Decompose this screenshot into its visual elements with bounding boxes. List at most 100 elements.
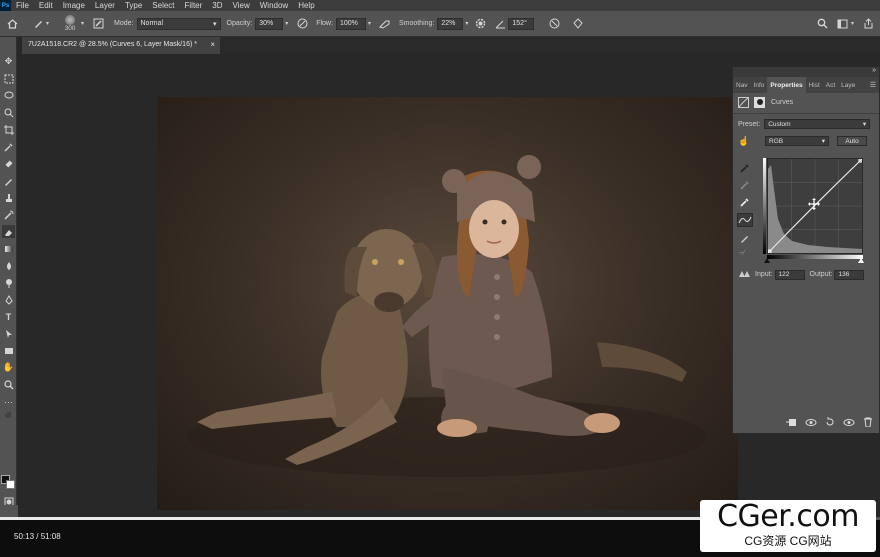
brush-size-picker[interactable]: 300 xyxy=(59,12,81,36)
close-icon[interactable]: × xyxy=(210,40,215,49)
rectangle-tool-icon[interactable] xyxy=(2,344,15,357)
search-icon[interactable] xyxy=(815,16,831,32)
menu-layer[interactable]: Layer xyxy=(90,1,120,10)
home-icon[interactable] xyxy=(4,16,20,32)
layer-mask-icon[interactable] xyxy=(754,96,765,108)
crop-tool-icon[interactable] xyxy=(2,123,15,136)
brush-tool-icon[interactable] xyxy=(2,174,15,187)
menu-filter[interactable]: Filter xyxy=(180,1,208,10)
curves-graph[interactable] xyxy=(767,158,863,254)
share-icon[interactable] xyxy=(860,16,876,32)
pressure-size-icon[interactable] xyxy=(546,16,562,32)
output-value: 136 xyxy=(838,271,850,278)
clipping-warning-icon[interactable] xyxy=(739,269,751,279)
chevron-down-icon[interactable]: ▾ xyxy=(851,20,854,27)
tab-layers[interactable]: Laye xyxy=(838,82,858,89)
history-brush-tool-icon[interactable] xyxy=(2,208,15,221)
document-canvas-photo[interactable] xyxy=(157,97,738,510)
more-tools-icon[interactable]: ··· xyxy=(2,395,15,408)
input-field[interactable]: 122 xyxy=(774,269,805,280)
type-tool-icon[interactable]: T xyxy=(2,310,15,323)
move-cursor-icon xyxy=(808,198,820,210)
black-slider-handle-icon[interactable] xyxy=(764,258,770,263)
angle-value: 152° xyxy=(512,20,527,27)
smooth-curve-icon[interactable]: ~⁄ xyxy=(739,250,751,260)
path-selection-tool-icon[interactable] xyxy=(2,327,15,340)
photoshop-logo[interactable]: Ps xyxy=(0,0,11,11)
document-tab[interactable]: 7U2A1518.CR2 @ 28.5% (Curves 6, Layer Ma… xyxy=(22,37,220,54)
menu-type[interactable]: Type xyxy=(120,1,147,10)
preset-label: Preset: xyxy=(738,120,761,128)
curve-point-tool-icon[interactable] xyxy=(737,213,753,227)
marquee-tool-icon[interactable] xyxy=(2,72,15,85)
hand-tool-icon[interactable]: ✋ xyxy=(2,361,15,374)
chevron-down-icon[interactable]: ▾ xyxy=(368,20,371,27)
reset-icon[interactable] xyxy=(825,417,835,427)
auto-button[interactable]: Auto xyxy=(837,136,867,146)
chevron-down-icon[interactable]: ▾ xyxy=(46,20,49,27)
output-gradient xyxy=(763,158,766,254)
document-tab-title: 7U2A1518.CR2 @ 28.5% (Curves 6, Layer Ma… xyxy=(28,41,197,48)
blur-tool-icon[interactable] xyxy=(2,259,15,272)
visibility-eye-icon[interactable] xyxy=(843,418,855,427)
tab-actions[interactable]: Act xyxy=(823,82,838,89)
channel-dropdown[interactable]: RGB ▾ xyxy=(765,136,829,146)
panel-menu-icon[interactable]: ☰ xyxy=(870,81,876,89)
pen-tool-icon[interactable] xyxy=(2,293,15,306)
chevron-down-icon[interactable]: ▾ xyxy=(465,20,468,27)
chevron-down-icon[interactable]: ▾ xyxy=(81,20,84,27)
chevron-down-icon[interactable]: ▾ xyxy=(285,20,288,27)
menu-view[interactable]: View xyxy=(228,1,255,10)
opacity-field[interactable]: 30% xyxy=(255,17,284,30)
brush-tool-preset-icon[interactable] xyxy=(30,16,46,32)
tab-properties[interactable]: Properties xyxy=(767,77,806,93)
black-point-eyedropper-icon[interactable] xyxy=(740,163,750,173)
healing-brush-tool-icon[interactable] xyxy=(2,157,15,170)
menu-image[interactable]: Image xyxy=(58,1,90,10)
tab-history[interactable]: Hist xyxy=(806,82,823,89)
collapse-icon[interactable]: » xyxy=(872,67,876,74)
angle-field[interactable]: 152° xyxy=(508,17,535,30)
gray-point-eyedropper-icon[interactable] xyxy=(740,180,750,190)
pressure-opacity-icon[interactable] xyxy=(294,16,310,32)
view-previous-state-icon[interactable] xyxy=(805,418,817,427)
preset-dropdown[interactable]: Custom ▾ xyxy=(764,119,871,129)
trash-icon[interactable] xyxy=(863,417,873,428)
menu-file[interactable]: File xyxy=(11,1,34,10)
menu-edit[interactable]: Edit xyxy=(34,1,58,10)
background-color-swatch[interactable] xyxy=(6,480,15,489)
flow-label: Flow: xyxy=(316,20,333,27)
tab-info[interactable]: Info xyxy=(751,82,768,89)
tab-navigator[interactable]: Nav xyxy=(733,82,751,89)
default-colors-icon[interactable]: ⬛ xyxy=(2,409,15,422)
dodge-tool-icon[interactable] xyxy=(2,276,15,289)
mode-dropdown[interactable]: Normal ▾ xyxy=(136,17,221,30)
eyedropper-tool-icon[interactable] xyxy=(2,140,15,153)
smoothing-field[interactable]: 22% xyxy=(437,17,464,30)
workspace-icon[interactable] xyxy=(835,16,851,32)
symmetry-icon[interactable] xyxy=(570,16,586,32)
airbrush-icon[interactable] xyxy=(377,16,393,32)
brush-settings-icon[interactable] xyxy=(90,16,106,32)
pencil-curve-icon[interactable] xyxy=(740,233,750,243)
clip-to-layer-icon[interactable] xyxy=(786,418,797,427)
status-corner xyxy=(0,505,18,517)
white-point-eyedropper-icon[interactable] xyxy=(740,197,750,207)
lasso-tool-icon[interactable] xyxy=(2,89,15,102)
gradient-tool-icon[interactable] xyxy=(2,242,15,255)
output-field[interactable]: 136 xyxy=(834,269,865,280)
clone-stamp-tool-icon[interactable] xyxy=(2,191,15,204)
move-tool-icon[interactable]: ✥ xyxy=(2,55,15,68)
menu-3d[interactable]: 3D xyxy=(207,1,227,10)
flow-field[interactable]: 100% xyxy=(335,17,366,30)
eraser-tool-icon[interactable] xyxy=(2,225,15,238)
quick-selection-tool-icon[interactable] xyxy=(2,106,15,119)
gear-icon[interactable] xyxy=(472,16,488,32)
menu-help[interactable]: Help xyxy=(293,1,319,10)
menu-select[interactable]: Select xyxy=(147,1,179,10)
target-adjust-icon[interactable]: ☝ xyxy=(738,136,752,147)
white-slider-handle-icon[interactable] xyxy=(858,258,864,263)
curves-title: Curves xyxy=(771,98,794,106)
zoom-tool-icon[interactable] xyxy=(2,378,15,391)
menu-window[interactable]: Window xyxy=(255,1,293,10)
